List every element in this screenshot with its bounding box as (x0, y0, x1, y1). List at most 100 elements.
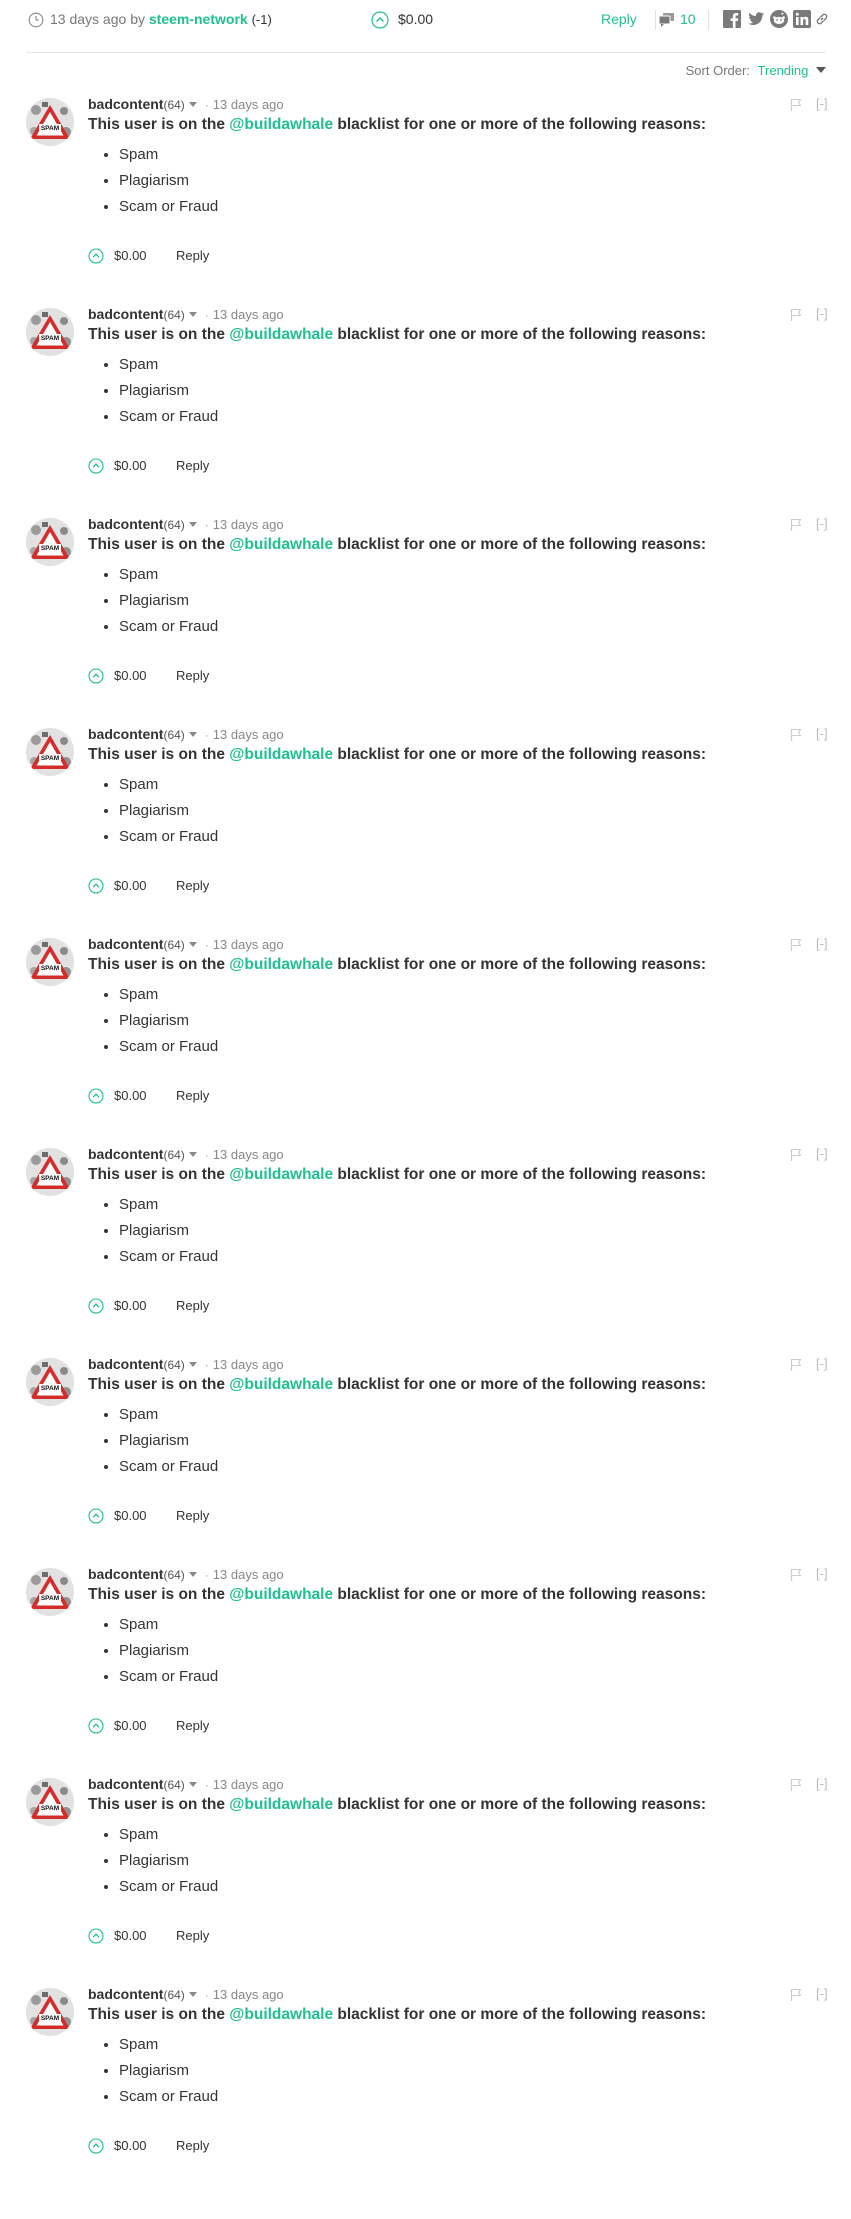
comment-payout[interactable]: $0.00 (114, 1088, 147, 1103)
upvote-icon[interactable] (88, 1508, 104, 1524)
comment-payout[interactable]: $0.00 (114, 1718, 147, 1733)
flag-icon[interactable] (790, 518, 802, 532)
comment-reply-link[interactable]: Reply (176, 1928, 209, 1943)
mention-link[interactable]: @buildawhale (229, 536, 333, 553)
avatar[interactable]: SPAM (26, 728, 74, 776)
flag-icon[interactable] (790, 1568, 802, 1582)
caret-down-icon[interactable] (188, 1572, 197, 1577)
upvote-icon[interactable] (88, 668, 104, 684)
comment-reply-link[interactable]: Reply (176, 248, 209, 263)
upvote-icon[interactable] (88, 1928, 104, 1944)
collapse-toggle[interactable]: [-] (816, 1986, 828, 2001)
mention-link[interactable]: @buildawhale (229, 1586, 333, 1603)
comment-author-link[interactable]: badcontent (88, 1566, 163, 1582)
comment-date[interactable]: 13 days ago (213, 1987, 284, 2002)
comment-author-link[interactable]: badcontent (88, 936, 163, 952)
comment-reply-link[interactable]: Reply (176, 878, 209, 893)
comment-reply-link[interactable]: Reply (176, 1718, 209, 1733)
upvote-icon[interactable] (88, 1298, 104, 1314)
flag-icon[interactable] (790, 308, 802, 322)
facebook-icon[interactable] (723, 10, 741, 28)
avatar[interactable]: SPAM (26, 98, 74, 146)
avatar[interactable]: SPAM (26, 1568, 74, 1616)
chevron-down-icon[interactable] (816, 67, 826, 73)
avatar[interactable]: SPAM (26, 308, 74, 356)
mention-link[interactable]: @buildawhale (229, 116, 333, 133)
caret-down-icon[interactable] (188, 102, 197, 107)
mention-link[interactable]: @buildawhale (229, 746, 333, 763)
collapse-toggle[interactable]: [-] (816, 96, 828, 111)
link-icon[interactable] (815, 12, 829, 26)
comment-author-link[interactable]: badcontent (88, 726, 163, 742)
avatar[interactable]: SPAM (26, 1778, 74, 1826)
comment-payout[interactable]: $0.00 (114, 1298, 147, 1313)
comment-date[interactable]: 13 days ago (213, 727, 284, 742)
mention-link[interactable]: @buildawhale (229, 1376, 333, 1393)
upvote-icon[interactable] (88, 1088, 104, 1104)
mention-link[interactable]: @buildawhale (229, 1166, 333, 1183)
flag-icon[interactable] (790, 728, 802, 742)
comment-author-link[interactable]: badcontent (88, 1986, 163, 2002)
comment-author-link[interactable]: badcontent (88, 306, 163, 322)
collapse-toggle[interactable]: [-] (816, 1566, 828, 1581)
collapse-toggle[interactable]: [-] (816, 1146, 828, 1161)
mention-link[interactable]: @buildawhale (229, 326, 333, 343)
sort-order-select[interactable]: Trending (758, 63, 809, 78)
flag-icon[interactable] (790, 98, 802, 112)
comment-date[interactable]: 13 days ago (213, 97, 284, 112)
upvote-icon[interactable] (88, 1718, 104, 1734)
comment-payout[interactable]: $0.00 (114, 1928, 147, 1943)
comment-date[interactable]: 13 days ago (213, 307, 284, 322)
avatar[interactable]: SPAM (26, 1148, 74, 1196)
upvote-icon[interactable] (88, 2138, 104, 2154)
caret-down-icon[interactable] (188, 1152, 197, 1157)
comment-date[interactable]: 13 days ago (213, 1357, 284, 1372)
caret-down-icon[interactable] (188, 732, 197, 737)
comment-date[interactable]: 13 days ago (213, 1147, 284, 1162)
mention-link[interactable]: @buildawhale (229, 2006, 333, 2023)
post-reply-link[interactable]: Reply (601, 11, 637, 27)
flag-icon[interactable] (790, 938, 802, 952)
comment-count[interactable]: 10 (680, 11, 696, 27)
comments-icon[interactable] (658, 12, 675, 28)
mention-link[interactable]: @buildawhale (229, 1796, 333, 1813)
comment-payout[interactable]: $0.00 (114, 1508, 147, 1523)
avatar[interactable]: SPAM (26, 518, 74, 566)
comment-date[interactable]: 13 days ago (213, 937, 284, 952)
comment-payout[interactable]: $0.00 (114, 2138, 147, 2153)
post-payout[interactable]: $0.00 (398, 11, 433, 27)
upvote-icon[interactable] (88, 458, 104, 474)
comment-reply-link[interactable]: Reply (176, 1508, 209, 1523)
comment-author-link[interactable]: badcontent (88, 96, 163, 112)
collapse-toggle[interactable]: [-] (816, 516, 828, 531)
comment-payout[interactable]: $0.00 (114, 248, 147, 263)
comment-date[interactable]: 13 days ago (213, 1567, 284, 1582)
comment-author-link[interactable]: badcontent (88, 1776, 163, 1792)
caret-down-icon[interactable] (188, 1992, 197, 1997)
comment-payout[interactable]: $0.00 (114, 878, 147, 893)
twitter-icon[interactable] (747, 10, 765, 28)
comment-payout[interactable]: $0.00 (114, 458, 147, 473)
post-author-link[interactable]: steem-network (149, 11, 248, 27)
collapse-toggle[interactable]: [-] (816, 936, 828, 951)
comment-reply-link[interactable]: Reply (176, 1088, 209, 1103)
caret-down-icon[interactable] (188, 1782, 197, 1787)
comment-author-link[interactable]: badcontent (88, 1356, 163, 1372)
collapse-toggle[interactable]: [-] (816, 1356, 828, 1371)
comment-date[interactable]: 13 days ago (213, 517, 284, 532)
caret-down-icon[interactable] (188, 312, 197, 317)
collapse-toggle[interactable]: [-] (816, 306, 828, 321)
collapse-toggle[interactable]: [-] (816, 726, 828, 741)
caret-down-icon[interactable] (188, 942, 197, 947)
comment-reply-link[interactable]: Reply (176, 668, 209, 683)
upvote-icon[interactable] (88, 878, 104, 894)
comment-author-link[interactable]: badcontent (88, 1146, 163, 1162)
flag-icon[interactable] (790, 1988, 802, 2002)
comment-payout[interactable]: $0.00 (114, 668, 147, 683)
mention-link[interactable]: @buildawhale (229, 956, 333, 973)
comment-reply-link[interactable]: Reply (176, 458, 209, 473)
upvote-icon[interactable] (371, 11, 389, 29)
avatar[interactable]: SPAM (26, 1358, 74, 1406)
caret-down-icon[interactable] (188, 1362, 197, 1367)
flag-icon[interactable] (790, 1148, 802, 1162)
